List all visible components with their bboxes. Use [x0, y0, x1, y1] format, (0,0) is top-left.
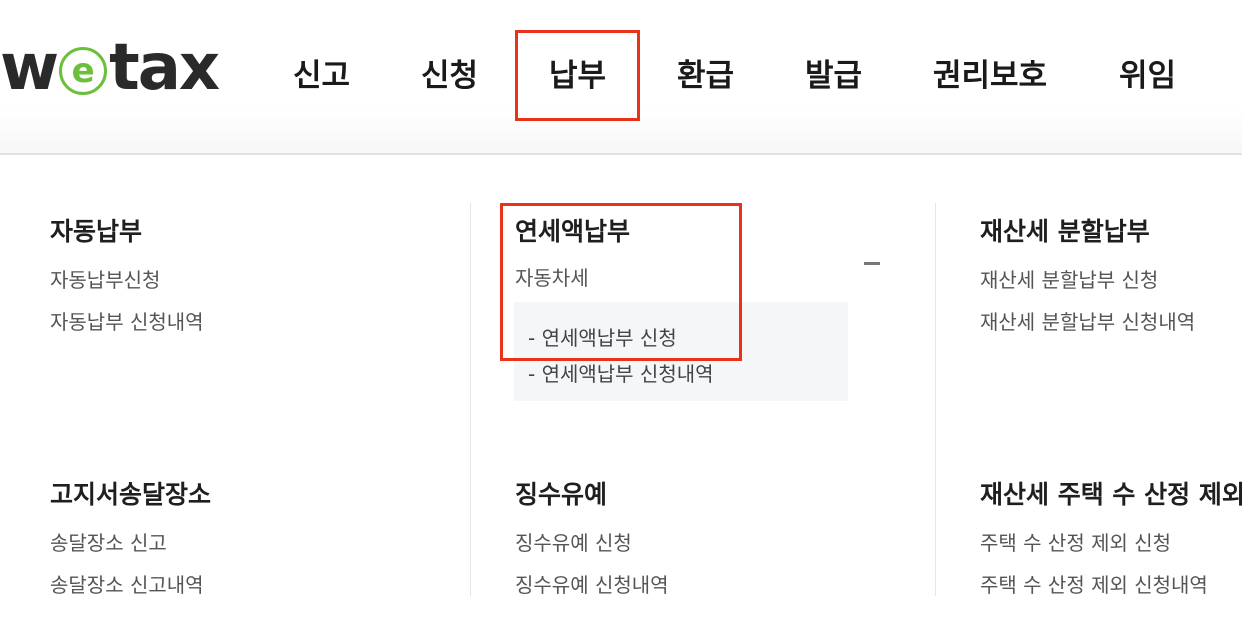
- wetax-logo[interactable]: w e tax: [0, 31, 220, 105]
- nav-item-rights-protection[interactable]: 권리보호: [933, 50, 1047, 95]
- logo-text-w: w: [0, 31, 59, 105]
- sublink-annual-payment-history[interactable]: - 연세액납부 신청내역: [528, 358, 714, 387]
- link-delivery-report[interactable]: 송달장소 신고: [50, 527, 167, 556]
- link-housing-exclusion-apply[interactable]: 주택 수 산정 제외 신청: [980, 527, 1171, 556]
- link-property-installment-history[interactable]: 재산세 분할납부 신청내역: [980, 306, 1195, 335]
- sublink-annual-payment-apply[interactable]: - 연세액납부 신청: [528, 322, 677, 351]
- logo-text-e: e: [71, 51, 95, 91]
- nav-item-issue[interactable]: 발급: [805, 50, 862, 95]
- collapse-minus-icon[interactable]: [864, 262, 880, 265]
- link-auto-payment-apply[interactable]: 자동납부신청: [50, 264, 160, 293]
- section-title-auto-payment: 자동납부: [50, 217, 143, 246]
- section-title-annual-payment: 연세액납부: [515, 217, 631, 246]
- column-divider: [470, 203, 471, 596]
- link-property-installment-apply[interactable]: 재산세 분할납부 신청: [980, 264, 1158, 293]
- section-title-property-installment: 재산세 분할납부: [980, 217, 1150, 246]
- logo-text-tax: tax: [109, 31, 220, 105]
- section-title-housing-exclusion: 재산세 주택 수 산정 제외: [980, 480, 1242, 509]
- link-delivery-report-history[interactable]: 송달장소 신고내역: [50, 569, 204, 598]
- nav-item-payment[interactable]: 납부: [549, 50, 606, 95]
- header: w e tax 신고 신청 납부 환급 발급 권리보호 위임: [0, 0, 1242, 155]
- column-divider: [935, 203, 936, 596]
- link-deferral-history[interactable]: 징수유예 신청내역: [515, 569, 669, 598]
- section-title-collection-deferral: 징수유예: [515, 480, 608, 509]
- link-automobile-tax[interactable]: 자동차세: [515, 262, 589, 291]
- link-auto-payment-history[interactable]: 자동납부 신청내역: [50, 306, 204, 335]
- nav-item-delegation[interactable]: 위임: [1119, 50, 1176, 95]
- nav-item-refund[interactable]: 환급: [677, 50, 734, 95]
- nav-item-declare[interactable]: 신고: [293, 50, 350, 95]
- section-title-delivery-address: 고지서송달장소: [50, 480, 212, 509]
- logo-e-circle-icon: e: [59, 47, 108, 95]
- nav-item-apply[interactable]: 신청: [421, 50, 478, 95]
- link-housing-exclusion-history[interactable]: 주택 수 산정 제외 신청내역: [980, 569, 1242, 598]
- link-deferral-apply[interactable]: 징수유예 신청: [515, 527, 632, 556]
